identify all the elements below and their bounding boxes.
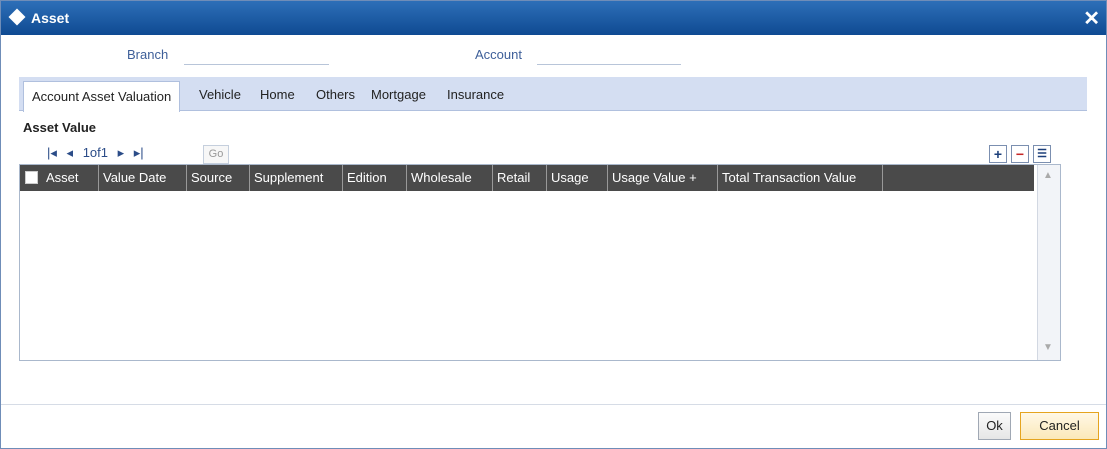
prev-page-icon[interactable]: ◂ [67, 145, 74, 161]
col-header-asset: Asset [42, 165, 99, 191]
asset-dialog: Asset ✕ Branch Account Account Asset Val… [0, 0, 1107, 449]
pager: |◂ ◂ 1of1 ▸ ▸| [47, 145, 150, 161]
close-icon[interactable]: ✕ [1083, 6, 1100, 31]
footer-divider [1, 404, 1106, 405]
ok-button[interactable]: Ok [978, 412, 1011, 440]
account-field[interactable] [537, 64, 681, 65]
tab-account-asset-valuation[interactable]: Account Asset Valuation [23, 81, 181, 112]
tab-others[interactable]: Others [316, 87, 355, 102]
col-header-supplement: Supplement [250, 165, 343, 191]
section-title: Asset Value [23, 120, 96, 135]
scroll-up-icon[interactable]: ▲ [1041, 169, 1055, 183]
grid-header: Asset Value Date Source Supplement Editi… [20, 165, 1034, 191]
col-header-total-transaction-value: Total Transaction Value [718, 165, 883, 191]
vertical-scrollbar[interactable]: ▲ ▼ [1037, 165, 1060, 360]
add-row-icon[interactable]: + [989, 145, 1007, 163]
col-header-source: Source [187, 165, 250, 191]
title-bar: Asset ✕ [1, 1, 1106, 35]
tab-bar: Account Asset Valuation Vehicle Home Oth… [19, 77, 1087, 112]
tab-insurance[interactable]: Insurance [447, 87, 504, 102]
col-header-wholesale: Wholesale [407, 165, 493, 191]
col-header-usage-value: Usage Value + [608, 165, 718, 191]
view-icon[interactable]: ☰ [1033, 145, 1051, 163]
select-all-checkbox[interactable] [25, 171, 38, 184]
go-button[interactable]: Go [203, 145, 229, 164]
last-page-icon[interactable]: ▸| [134, 145, 144, 161]
tab-vehicle[interactable]: Vehicle [199, 87, 241, 102]
cancel-button[interactable]: Cancel [1020, 412, 1099, 440]
delete-row-icon[interactable]: − [1011, 145, 1029, 163]
asset-value-grid: Asset Value Date Source Supplement Editi… [19, 164, 1061, 361]
window-title: Asset [31, 10, 70, 26]
col-header-edition: Edition [343, 165, 407, 191]
col-header-retail: Retail [493, 165, 547, 191]
page-indicator: 1of1 [82, 145, 108, 160]
branch-field[interactable] [184, 64, 329, 65]
tab-mortgage[interactable]: Mortgage [371, 87, 426, 102]
scroll-down-icon[interactable]: ▼ [1041, 341, 1055, 355]
col-header-usage: Usage [547, 165, 608, 191]
tab-home[interactable]: Home [260, 87, 295, 102]
first-page-icon[interactable]: |◂ [47, 145, 57, 161]
diamond-icon [8, 8, 26, 26]
account-label: Account [475, 47, 522, 62]
branch-label: Branch [127, 47, 169, 62]
next-page-icon[interactable]: ▸ [118, 145, 125, 161]
col-header-value-date: Value Date [99, 165, 187, 191]
